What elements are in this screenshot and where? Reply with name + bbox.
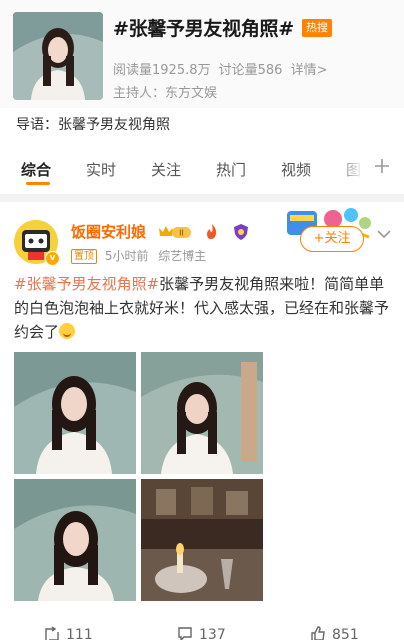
add-tab-icon[interactable] bbox=[374, 155, 390, 179]
comment-button[interactable]: 137 bbox=[177, 626, 226, 640]
pin-label: 置顶 bbox=[71, 249, 97, 264]
topic-title: #张馨予男友视角照# bbox=[113, 18, 294, 40]
post-photo-3[interactable] bbox=[14, 479, 136, 601]
like-button[interactable]: 851 bbox=[310, 626, 359, 640]
discussion-count: 讨论量586 bbox=[218, 63, 283, 78]
tab-fade bbox=[334, 145, 364, 195]
post-time: 5小时前 bbox=[104, 249, 149, 263]
topic-host[interactable]: 主持人：东方文娱 bbox=[113, 82, 217, 101]
post-meta: 置顶 5小时前 综艺博主 bbox=[71, 247, 206, 264]
hot-badge: 热搜 bbox=[302, 19, 332, 37]
post-photo-1[interactable] bbox=[14, 352, 136, 474]
tab-following[interactable]: 关注 bbox=[151, 159, 181, 180]
read-count: 阅读量1925.8万 bbox=[113, 63, 211, 78]
post-source: 综艺博主 bbox=[158, 249, 207, 263]
shield-badge-icon[interactable] bbox=[232, 223, 250, 241]
like-count: 851 bbox=[332, 627, 359, 640]
active-tab-indicator bbox=[26, 182, 50, 185]
thumbs-up-icon bbox=[311, 626, 325, 640]
follow-button[interactable]: +关注 bbox=[300, 226, 364, 252]
repost-icon bbox=[45, 626, 59, 640]
repost-count: 111 bbox=[66, 627, 93, 640]
repost-button[interactable]: 111 bbox=[44, 626, 93, 640]
tab-comprehensive[interactable]: 综合 bbox=[21, 159, 51, 180]
tab-bar: 综合 实时 关注 热门 视频 图 bbox=[0, 145, 404, 195]
comment-icon bbox=[178, 627, 192, 640]
topic-header: #张馨予男友视角照# 热搜 阅读量1925.8万 讨论量586 详情> 主持人：… bbox=[0, 0, 404, 108]
details-link[interactable]: 详情> bbox=[291, 63, 328, 78]
post-photo-4[interactable] bbox=[141, 479, 263, 601]
photo-grid bbox=[14, 352, 264, 602]
verified-v-icon: v bbox=[45, 251, 60, 266]
user-badges: II bbox=[156, 221, 256, 241]
tab-popular[interactable]: 热门 bbox=[216, 159, 246, 180]
tab-video[interactable]: 视频 bbox=[281, 159, 311, 180]
topic-thumbnail[interactable] bbox=[13, 12, 103, 100]
topic-lead: 导语：张馨予男友视角照 bbox=[16, 117, 170, 133]
post-photo-2[interactable] bbox=[141, 352, 263, 474]
smile-emoji-icon bbox=[59, 323, 76, 339]
tab-realtime[interactable]: 实时 bbox=[86, 159, 116, 180]
action-bar: 111 137 851 bbox=[0, 618, 404, 640]
vip-level-icon[interactable]: II bbox=[156, 223, 192, 241]
user-name[interactable]: 饭圈安利娘 bbox=[71, 221, 146, 242]
post-text: #张馨予男友视角照#张馨予男友视角照来啦！简简单单的白色泡泡袖上衣就好米！代入感… bbox=[14, 272, 394, 344]
chevron-down-icon[interactable] bbox=[376, 226, 392, 242]
topic-stats: 阅读量1925.8万 讨论量586 详情> bbox=[113, 59, 332, 78]
section-divider bbox=[0, 194, 404, 202]
flame-badge-icon[interactable] bbox=[203, 223, 221, 241]
comment-count: 137 bbox=[199, 627, 226, 640]
svg-text:II: II bbox=[179, 228, 184, 237]
post-hashtag[interactable]: #张馨予男友视角照# bbox=[14, 275, 159, 293]
